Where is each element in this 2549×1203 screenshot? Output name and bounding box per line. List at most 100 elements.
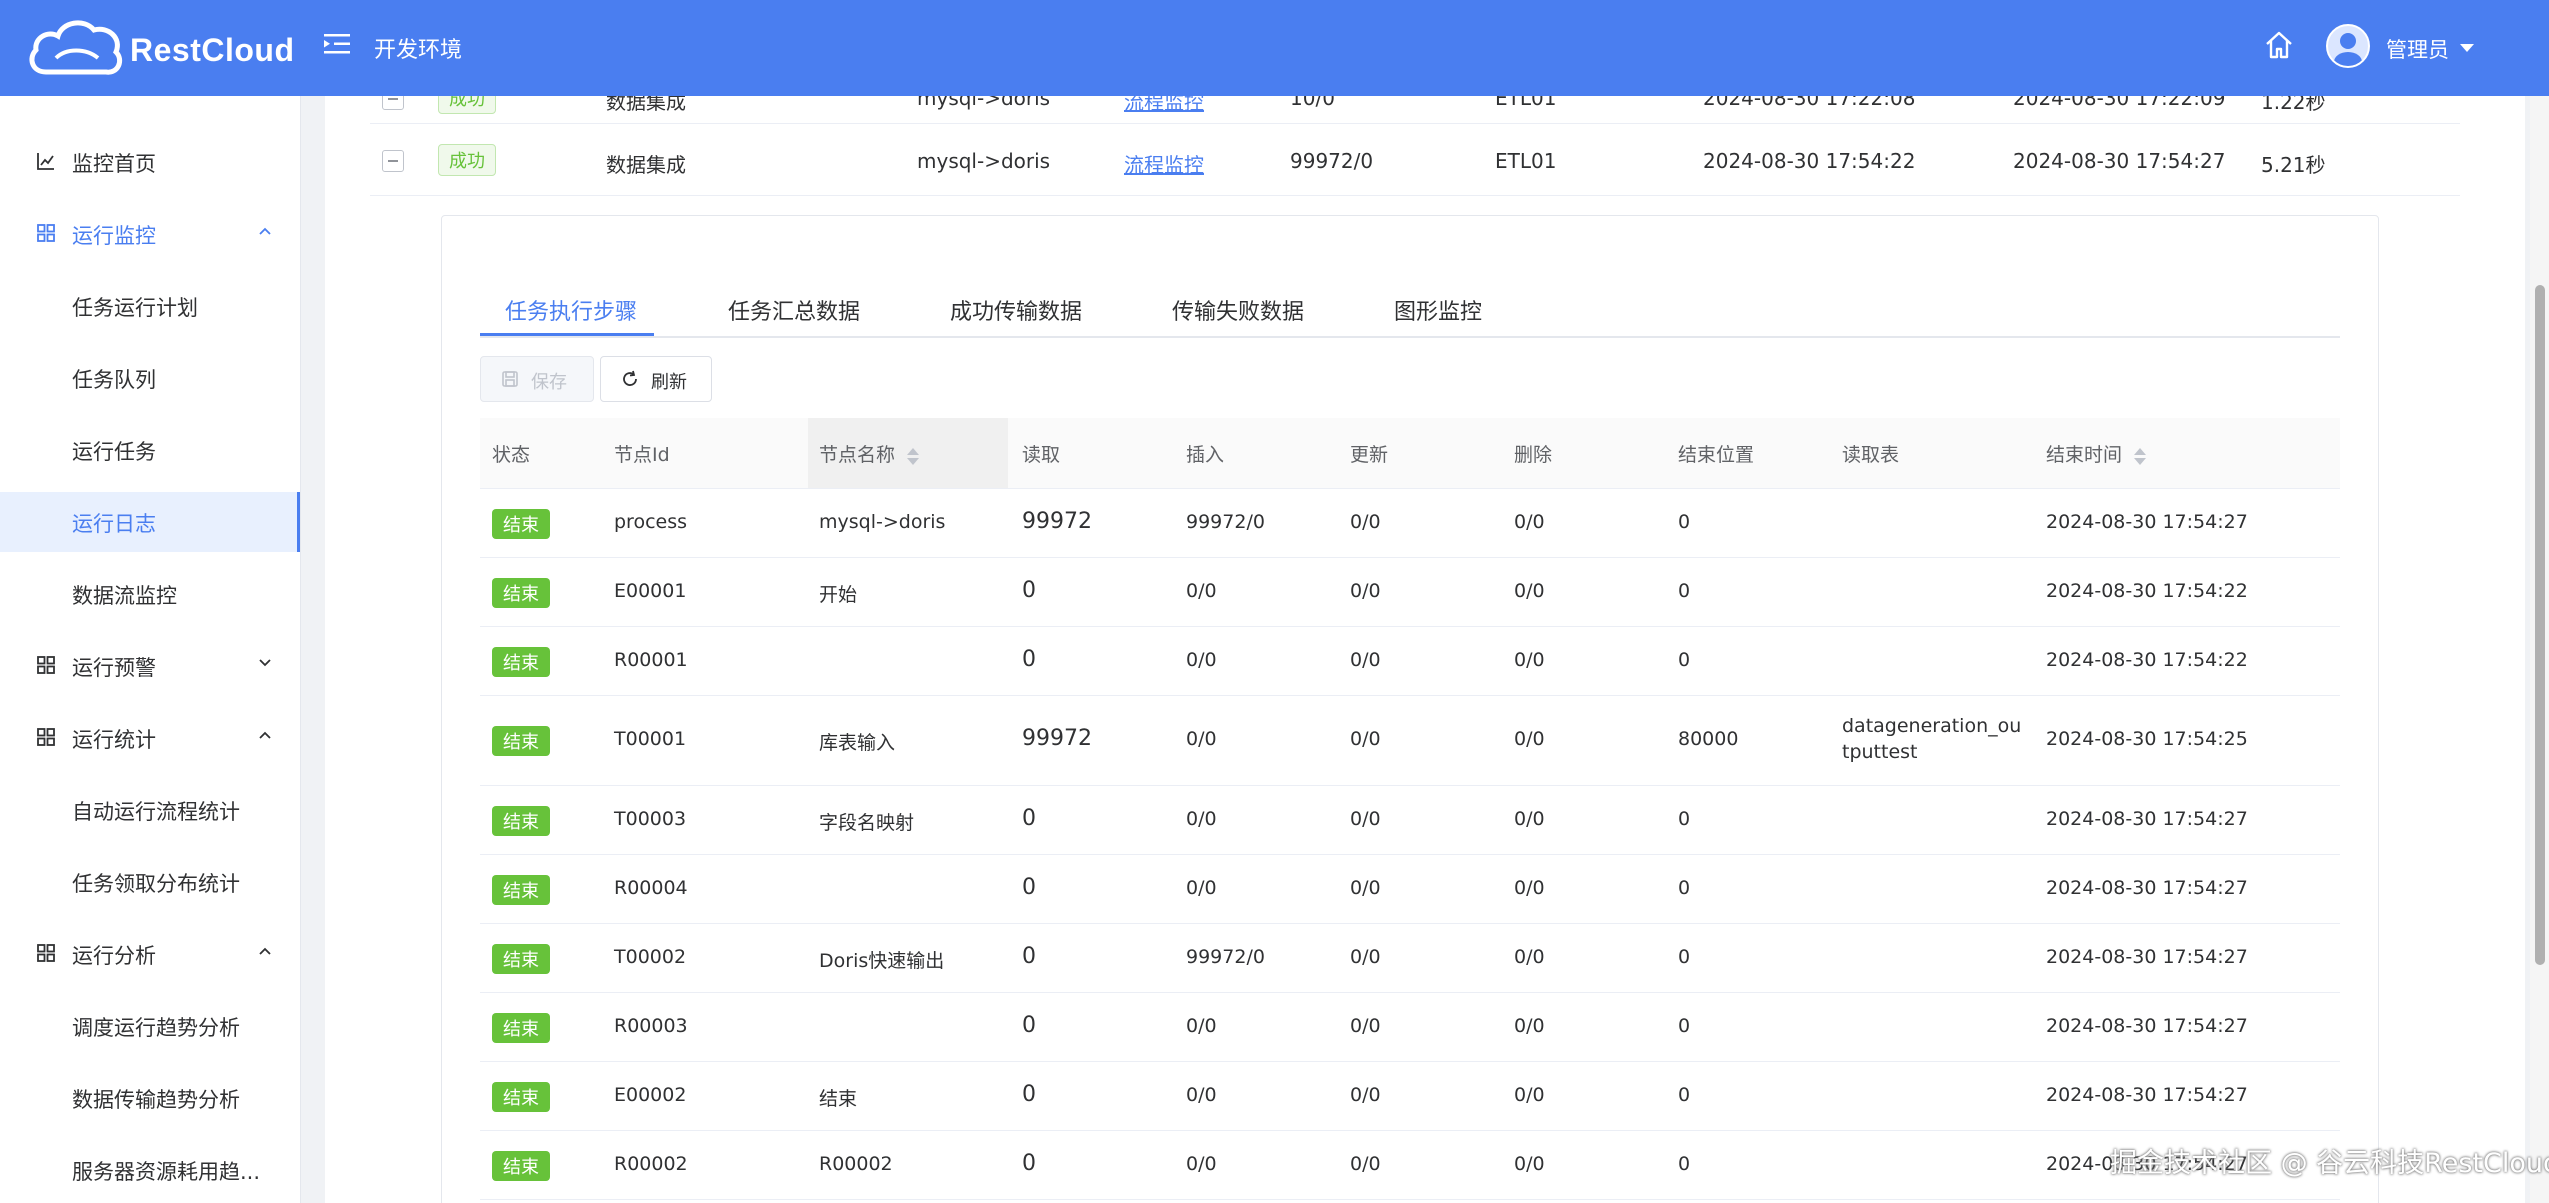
sidebar-item-label: 监控首页 (72, 152, 156, 176)
sort-icon[interactable] (2134, 447, 2147, 465)
table-row[interactable]: 结束 E00002 结束 0 0/0 0/0 0/0 0 2024-08-30 17:54:27 (480, 1061, 2340, 1131)
table-row-expanded[interactable]: 成功 数据集成 mysql->doris 流程监控 99972/0 ETL01 … (370, 127, 2460, 196)
node-id: T00002 (614, 946, 687, 968)
collapse-icon[interactable] (382, 150, 404, 172)
table-row[interactable]: 结束 process mysql->doris 99972 99972/0 0/0 0/0 0… (480, 488, 2340, 558)
insert-count: 0/0 (1186, 808, 1217, 830)
sidebar-group-run-monitor[interactable]: 运行监控 (0, 204, 300, 264)
end-position: 0 (1678, 649, 1691, 671)
column-header-label: 节点名称 (819, 444, 896, 466)
sidebar-item-transfer-trend[interactable]: 数据传输趋势分析 (0, 1068, 300, 1128)
node-id: T00003 (614, 808, 687, 830)
column-header: 删除 (1514, 444, 1553, 466)
end-position: 0 (1678, 946, 1691, 968)
update-count: 0/0 (1350, 1153, 1381, 1175)
save-button[interactable]: 保存 (480, 356, 594, 402)
status-badge: 结束 (492, 647, 550, 677)
top-header: RestCloud 开发环境 管理员 (0, 0, 2549, 96)
sort-icon[interactable] (907, 447, 920, 465)
sidebar-item-label: 数据流监控 (72, 584, 177, 608)
end-position: 80000 (1678, 728, 1739, 750)
column-header: 插入 (1186, 444, 1225, 466)
line-chart-icon (37, 153, 54, 170)
table-row[interactable]: 结束 R00004 0 0/0 0/0 0/0 0 2024-08-30 17:54:27 (480, 854, 2340, 924)
tab-summary-data[interactable]: 任务汇总数据 (728, 294, 860, 326)
sidebar-item-label: 运行统计 (72, 728, 156, 752)
sidebar-group-alerts[interactable]: 运行预警 (0, 636, 300, 696)
insert-count: 0/0 (1186, 877, 1217, 899)
insert-count: 0/0 (1186, 1084, 1217, 1106)
flow-monitor-link[interactable]: 流程监控 (1124, 96, 1204, 115)
table-row[interactable]: 结束 E00001 开始 0 0/0 0/0 0/0 0 2024-08-30 17:54:22 (480, 557, 2340, 627)
table-row[interactable]: 结束 R00001 0 0/0 0/0 0/0 0 2024-08-30 17:54:22 (480, 626, 2340, 696)
sidebar-item-dashboard[interactable]: 监控首页 (0, 132, 300, 192)
scrollbar-thumb[interactable] (2535, 285, 2545, 965)
insert-count: 99972/0 (1186, 946, 1265, 968)
user-menu[interactable]: 管理员 (2386, 34, 2449, 64)
tab-failed-data[interactable]: 传输失败数据 (1172, 294, 1304, 326)
column-header-sortable[interactable]: 节点名称 (819, 440, 920, 467)
end-position: 0 (1678, 1153, 1691, 1175)
menu-fold-icon[interactable] (324, 32, 350, 56)
sidebar-item-task-queue[interactable]: 任务队列 (0, 348, 300, 408)
flow-monitor-link[interactable]: 流程监控 (1124, 149, 1204, 178)
save-icon (502, 371, 518, 387)
collapse-icon[interactable] (382, 96, 404, 110)
delete-count: 0/0 (1514, 1015, 1545, 1037)
status-badge: 结束 (492, 1013, 550, 1043)
read-count: 99972 (1022, 509, 1092, 534)
status-badge: 结束 (492, 806, 550, 836)
table-row[interactable]: 结束 T00003 字段名映射 0 0/0 0/0 0/0 0 2024-08-30 17:54… (480, 785, 2340, 855)
end-time: 2024-08-30 17:54:27 (2046, 877, 2248, 899)
cloud-logo-icon[interactable] (26, 14, 126, 80)
table-row[interactable]: 结束 T00002 Doris快速输出 0 99972/0 0/0 0/0 0 2024-08-… (480, 923, 2340, 993)
table-row[interactable]: 结束 R00003 0 0/0 0/0 0/0 0 2024-08-30 17:54:27 (480, 992, 2340, 1062)
sidebar-group-analysis[interactable]: 运行分析 (0, 924, 300, 984)
sidebar-item-dataflow-monitor[interactable]: 数据流监控 (0, 564, 300, 624)
column-header: 节点Id (614, 444, 670, 466)
update-count: 0/0 (1350, 946, 1381, 968)
delete-count: 0/0 (1514, 580, 1545, 602)
read-count: 0 (1022, 806, 1036, 831)
node-name: R00002 (819, 1153, 893, 1175)
column-header: 读取 (1022, 444, 1061, 466)
start-time: 2024-08-30 17:54:22 (1703, 149, 1916, 173)
status-badge: 结束 (492, 509, 550, 539)
watermark: 掘金技术社区 @ 谷云科技RestCloud (2110, 1148, 2549, 1179)
tab-success-data[interactable]: 成功传输数据 (950, 294, 1082, 326)
avatar[interactable] (2326, 24, 2370, 68)
update-count: 0/0 (1350, 808, 1381, 830)
duration: 1.22秒 (2261, 96, 2326, 114)
delete-count: 0/0 (1514, 649, 1545, 671)
table-row[interactable]: 结束 R00002 R00002 0 0/0 0/0 0/0 0 2024-08-30 17:5… (480, 1130, 2340, 1200)
insert-count: 99972/0 (1186, 511, 1265, 533)
refresh-label: 刷新 (651, 372, 687, 393)
refresh-button[interactable]: 刷新 (600, 356, 712, 402)
insert-count: 0/0 (1186, 728, 1217, 750)
end-time: 2024-08-30 17:54:22 (2046, 580, 2248, 602)
sidebar-item-server-resource[interactable]: 服务器资源耗用趋... (0, 1140, 300, 1200)
grid-icon (37, 656, 55, 674)
sidebar-item-running-tasks[interactable]: 运行任务 (0, 420, 300, 480)
sidebar-item-task-plan[interactable]: 任务运行计划 (0, 276, 300, 336)
tab-graph-monitor[interactable]: 图形监控 (1394, 294, 1482, 326)
home-icon[interactable] (2264, 30, 2294, 60)
tab-execution-steps[interactable]: 任务执行步骤 (505, 294, 637, 326)
sidebar-item-task-distribution[interactable]: 任务领取分布统计 (0, 852, 300, 912)
table-row[interactable]: 结束 T00001 库表输入 99972 0/0 0/0 0/0 80000 datagener… (480, 695, 2340, 786)
sidebar-group-statistics[interactable]: 运行统计 (0, 708, 300, 768)
read-table: datageneration_outputtest (1842, 715, 2022, 763)
read-count: 0 (1022, 578, 1036, 603)
sidebar-item-run-log[interactable]: 运行日志 (0, 492, 300, 552)
table-row[interactable]: 成功 数据集成 mysql->doris 流程监控 10/0 ETL01 202… (370, 96, 2460, 124)
record-count: 99972/0 (1290, 149, 1374, 173)
update-count: 0/0 (1350, 877, 1381, 899)
brand-name[interactable]: RestCloud (130, 32, 295, 69)
sidebar-item-auto-run-stats[interactable]: 自动运行流程统计 (0, 780, 300, 840)
environment-label: 开发环境 (374, 38, 463, 63)
column-header-sortable[interactable]: 结束时间 (2046, 440, 2147, 467)
caret-down-icon[interactable] (2460, 44, 2474, 52)
node-id: R00002 (614, 1153, 688, 1175)
node-id: process (614, 511, 688, 533)
sidebar-item-schedule-trend[interactable]: 调度运行趋势分析 (0, 996, 300, 1056)
